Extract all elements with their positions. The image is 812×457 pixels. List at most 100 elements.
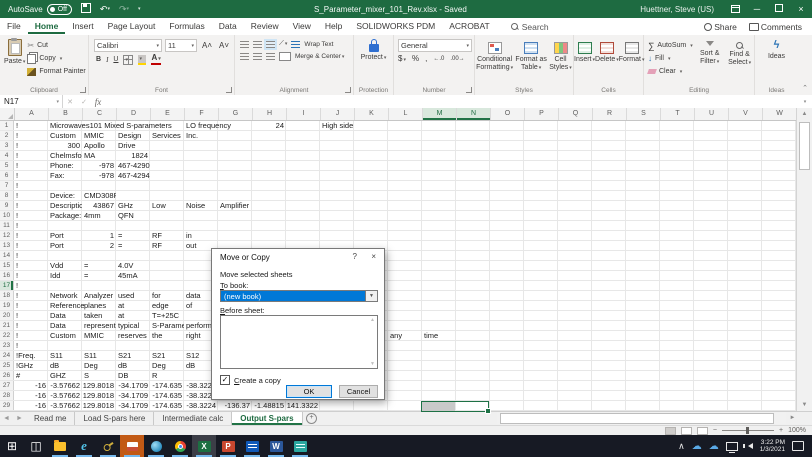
cell-a21[interactable]: ! bbox=[14, 321, 18, 330]
wrap-text-button[interactable]: Wrap Text bbox=[304, 41, 333, 48]
font-color-button[interactable]: A bbox=[151, 54, 161, 65]
cell-c10[interactable]: 4mm bbox=[82, 211, 101, 220]
cell-c12[interactable]: 1 bbox=[82, 231, 116, 240]
cell-b26[interactable]: GHZ bbox=[48, 371, 66, 380]
start-icon[interactable]: ⊞ bbox=[0, 435, 24, 457]
tab-scroll-left-button[interactable]: ◄ bbox=[0, 412, 13, 425]
column-header-i[interactable]: I bbox=[287, 108, 321, 120]
cell-d6[interactable]: 467-4294 bbox=[116, 171, 150, 180]
internet-explorer-icon[interactable]: e bbox=[72, 435, 96, 457]
ribbon-tab-file[interactable]: File bbox=[0, 19, 28, 34]
cell-a2[interactable]: ! bbox=[14, 131, 18, 140]
word-icon[interactable]: W bbox=[264, 435, 288, 457]
column-header-v[interactable]: V bbox=[729, 108, 763, 120]
ribbon-tab-view[interactable]: View bbox=[286, 19, 318, 34]
cell-e29[interactable]: -174.635 bbox=[150, 401, 184, 410]
action-center-icon[interactable] bbox=[792, 441, 804, 451]
align-center-button[interactable] bbox=[253, 53, 262, 60]
cell-a24[interactable]: !Freq. bbox=[14, 351, 36, 360]
cell-c15[interactable]: = bbox=[82, 261, 88, 270]
column-header-f[interactable]: F bbox=[185, 108, 219, 120]
cell-c6[interactable]: -978 bbox=[82, 171, 116, 180]
column-header-q[interactable]: Q bbox=[559, 108, 593, 120]
column-header-g[interactable]: G bbox=[219, 108, 253, 120]
cell-a28[interactable]: -16 bbox=[14, 391, 48, 400]
before-sheet-listbox[interactable]: ▲ ▼ bbox=[220, 315, 378, 369]
tab-scroll-right-button[interactable]: ► bbox=[13, 412, 26, 425]
sort-filter-button[interactable]: Sort & Filter bbox=[695, 35, 725, 66]
row-header-14[interactable]: 14 bbox=[0, 251, 14, 260]
cell-a15[interactable]: ! bbox=[14, 261, 18, 270]
row-header-25[interactable]: 25 bbox=[0, 361, 14, 370]
cell-f9[interactable]: Noise bbox=[184, 201, 205, 210]
powerpoint-icon[interactable]: P bbox=[216, 435, 240, 457]
cell-a26[interactable]: # bbox=[14, 371, 20, 380]
cell-g9[interactable]: Amplifier bbox=[218, 201, 249, 210]
normal-view-button[interactable] bbox=[664, 426, 676, 435]
cell-b4[interactable]: Chelmsford bbox=[48, 151, 82, 160]
ribbon-tab-page-layout[interactable]: Page Layout bbox=[101, 19, 163, 34]
cut-button[interactable]: ✂ Cut bbox=[27, 39, 85, 52]
zoom-slider-thumb[interactable] bbox=[746, 427, 749, 434]
cell-selection[interactable] bbox=[421, 401, 491, 414]
cell-c9[interactable]: 43867 bbox=[82, 201, 116, 210]
task-view-icon[interactable]: ◫ bbox=[24, 435, 48, 457]
cell-c20[interactable]: taken bbox=[82, 311, 102, 320]
column-header-t[interactable]: T bbox=[661, 108, 695, 120]
row-header-23[interactable]: 23 bbox=[0, 341, 14, 350]
cell-a8[interactable]: ! bbox=[14, 191, 18, 200]
cell-c29[interactable]: 129.8018 bbox=[82, 401, 116, 410]
cell-a13[interactable]: ! bbox=[14, 241, 18, 250]
cell-m22[interactable]: time bbox=[422, 331, 438, 340]
row-header-1[interactable]: 1 bbox=[0, 121, 14, 130]
cell-f18[interactable]: data bbox=[184, 291, 201, 300]
cell-b8[interactable]: Device: bbox=[48, 191, 75, 200]
cancel-entry-button[interactable]: ✕ bbox=[63, 98, 77, 106]
cell-a11[interactable]: ! bbox=[14, 221, 18, 230]
cell-e2[interactable]: Services bbox=[150, 131, 181, 140]
redo-button[interactable]: ↷▾ bbox=[119, 0, 129, 18]
row-header-12[interactable]: 12 bbox=[0, 231, 14, 240]
zoom-slider[interactable] bbox=[722, 427, 774, 434]
row-header-8[interactable]: 8 bbox=[0, 191, 14, 200]
cell-d4[interactable]: 1824 bbox=[116, 151, 150, 160]
font-size-combobox[interactable]: 11 bbox=[165, 39, 197, 52]
cell-l22[interactable]: any bbox=[388, 331, 402, 340]
number-format-combobox[interactable]: General bbox=[398, 39, 472, 52]
column-header-j[interactable]: J bbox=[321, 108, 355, 120]
cell-f1[interactable]: LO frequency bbox=[184, 121, 231, 130]
cell-d29[interactable]: -34.1709 bbox=[116, 401, 150, 410]
font-name-combobox[interactable]: Calibri bbox=[94, 39, 162, 52]
scroll-up-arrow[interactable]: ▲ bbox=[797, 108, 812, 120]
cell-a7[interactable]: ! bbox=[14, 181, 18, 190]
cell-a4[interactable]: ! bbox=[14, 151, 18, 160]
cell-b27[interactable]: -3.57662 bbox=[48, 381, 82, 390]
onedrive-business-icon[interactable]: ☁ bbox=[709, 441, 719, 452]
cell-a23[interactable]: ! bbox=[14, 341, 18, 350]
undo-button[interactable]: ↶▾ bbox=[100, 0, 110, 18]
cell-b5[interactable]: Phone: bbox=[48, 161, 74, 170]
copy-button[interactable]: Copy bbox=[27, 52, 85, 65]
network-icon[interactable] bbox=[725, 441, 738, 453]
cell-d22[interactable]: reserves bbox=[116, 331, 147, 340]
cell-e12[interactable]: RF bbox=[150, 231, 162, 240]
cell-d10[interactable]: QFN bbox=[116, 211, 134, 220]
zoom-in-button[interactable]: + bbox=[779, 427, 783, 434]
cell-styles-button[interactable]: Cell Styles bbox=[549, 38, 572, 72]
formula-input[interactable] bbox=[105, 95, 798, 108]
cell-b13[interactable]: Port bbox=[48, 241, 64, 250]
conditional-formatting-button[interactable]: Conditional Formatting bbox=[476, 38, 513, 72]
bold-button[interactable]: B bbox=[96, 56, 101, 63]
number-dialog-launcher[interactable] bbox=[466, 87, 472, 93]
column-header-e[interactable]: E bbox=[151, 108, 185, 120]
column-header-n[interactable]: N bbox=[457, 108, 491, 120]
cell-d28[interactable]: -34.1709 bbox=[116, 391, 150, 400]
cell-b2[interactable]: Custom bbox=[48, 131, 76, 140]
cell-f25[interactable]: dB bbox=[184, 361, 195, 370]
column-header-w[interactable]: W bbox=[763, 108, 797, 120]
cell-c25[interactable]: Deg bbox=[82, 361, 98, 370]
sheet-tab-output-s-pars[interactable]: Output S-pars bbox=[232, 412, 303, 425]
collapse-ribbon-button[interactable]: ⌃ bbox=[802, 84, 808, 92]
cell-d15[interactable]: 4.0V bbox=[116, 261, 133, 270]
horizontal-scroll-thumb[interactable] bbox=[500, 413, 774, 424]
